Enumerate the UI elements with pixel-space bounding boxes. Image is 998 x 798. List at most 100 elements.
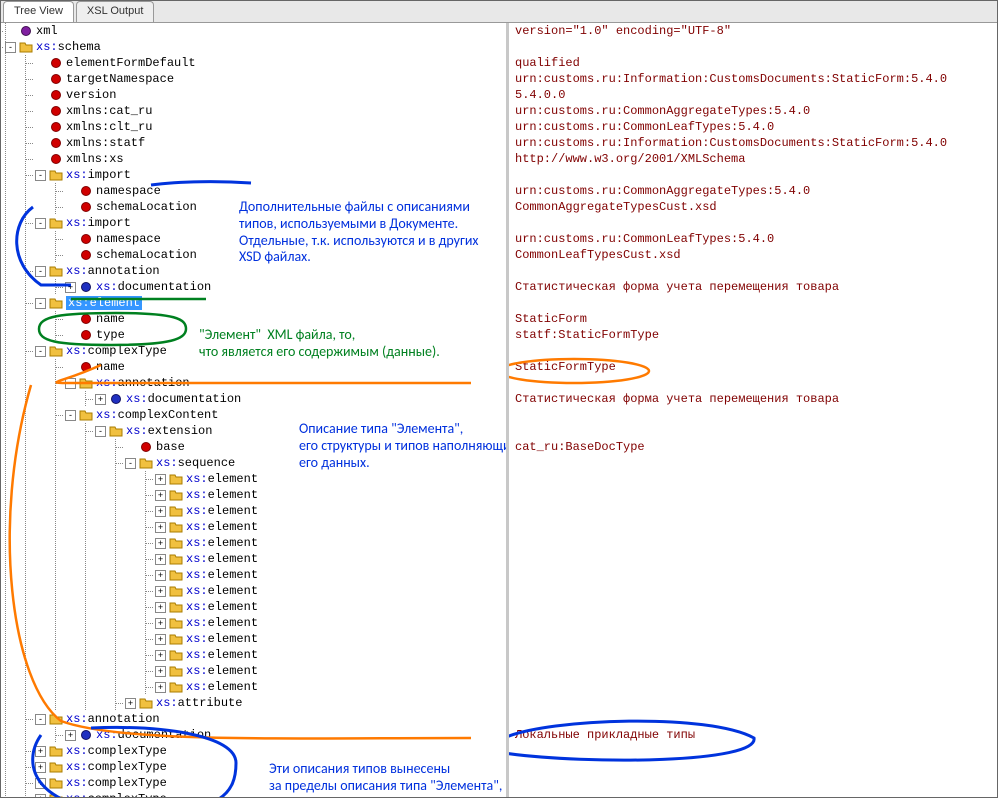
expander[interactable]: + [155, 602, 166, 613]
tree-node[interactable]: +xs:element [1, 631, 506, 647]
tree-node[interactable]: +xs:documentation [1, 727, 506, 743]
tree-node[interactable]: -xs:annotation [1, 263, 506, 279]
value-cell[interactable] [509, 743, 997, 759]
value-cell[interactable]: urn:customs.ru:CommonLeafTypes:5.4.0 [509, 231, 997, 247]
expander[interactable]: + [95, 394, 106, 405]
tree-node[interactable]: -xs:import [1, 167, 506, 183]
expander[interactable]: - [65, 378, 76, 389]
tree-node[interactable]: -xs:import [1, 215, 506, 231]
tree-node[interactable]: -xs:element [1, 295, 506, 311]
expander[interactable]: - [35, 170, 46, 181]
tree-node[interactable]: -xs:annotation [1, 711, 506, 727]
value-cell[interactable] [509, 263, 997, 279]
value-cell[interactable]: urn:customs.ru:Information:CustomsDocume… [509, 135, 997, 151]
tree-node[interactable]: name [1, 359, 506, 375]
tab-tree-view[interactable]: Tree View [3, 1, 74, 22]
tree-node[interactable]: +xs:element [1, 487, 506, 503]
tab-xsl-output[interactable]: XSL Output [76, 1, 154, 22]
expander[interactable]: + [35, 778, 46, 789]
value-cell[interactable] [509, 215, 997, 231]
tree-node[interactable]: +xs:element [1, 599, 506, 615]
expander[interactable]: + [155, 522, 166, 533]
tree-node[interactable]: -xs:sequence [1, 455, 506, 471]
tree-node[interactable]: xmlns:clt_ru [1, 119, 506, 135]
tree-node[interactable]: +xs:complexType [1, 775, 506, 791]
tree-node[interactable]: +xs:element [1, 663, 506, 679]
value-cell[interactable]: Локальные прикладные типы [509, 727, 997, 743]
tree-node[interactable]: -xs:schema [1, 39, 506, 55]
value-cell[interactable] [509, 39, 997, 55]
value-cell[interactable] [509, 711, 997, 727]
value-cell[interactable] [509, 535, 997, 551]
expander[interactable]: + [155, 506, 166, 517]
expander[interactable]: - [35, 714, 46, 725]
tree-node[interactable]: +xs:element [1, 615, 506, 631]
value-cell[interactable]: Статистическая форма учета перемещения т… [509, 391, 997, 407]
expander[interactable]: + [125, 698, 136, 709]
expander[interactable]: - [35, 346, 46, 357]
expander[interactable]: + [155, 586, 166, 597]
value-cell[interactable] [509, 695, 997, 711]
tree-node[interactable]: +xs:element [1, 679, 506, 695]
value-cell[interactable]: urn:customs.ru:CommonAggregateTypes:5.4.… [509, 183, 997, 199]
tree-node[interactable]: name [1, 311, 506, 327]
tree-node[interactable]: +xs:element [1, 647, 506, 663]
value-cell[interactable] [509, 487, 997, 503]
tree-node[interactable]: +xs:element [1, 583, 506, 599]
value-cell[interactable] [509, 583, 997, 599]
value-cell[interactable] [509, 679, 997, 695]
value-cell[interactable]: StaticFormType [509, 359, 997, 375]
expander[interactable]: + [155, 666, 166, 677]
tree-node[interactable]: xmlns:statf [1, 135, 506, 151]
value-cell[interactable]: version="1.0" encoding="UTF-8" [509, 23, 997, 39]
tree-node[interactable]: +xs:complexType [1, 759, 506, 775]
value-cell[interactable] [509, 775, 997, 791]
tree-node[interactable]: +xs:documentation [1, 279, 506, 295]
expander[interactable]: - [5, 42, 16, 53]
value-cell[interactable]: CommonAggregateTypesCust.xsd [509, 199, 997, 215]
values-pane[interactable]: version="1.0" encoding="UTF-8"qualifiedu… [509, 23, 997, 797]
tree-node[interactable]: version [1, 87, 506, 103]
value-cell[interactable]: StaticForm [509, 311, 997, 327]
expander[interactable]: - [35, 218, 46, 229]
expander[interactable]: + [35, 794, 46, 798]
tree-pane[interactable]: Дополнительные файлы с описаниями типов,… [1, 23, 506, 797]
tree-node[interactable]: +xs:complexType [1, 791, 506, 797]
expander[interactable]: - [125, 458, 136, 469]
tree-node[interactable]: +xs:element [1, 503, 506, 519]
tree-node[interactable]: +xs:element [1, 471, 506, 487]
tree-node[interactable]: +xs:element [1, 535, 506, 551]
value-cell[interactable] [509, 407, 997, 423]
tree-node[interactable]: schemaLocation [1, 247, 506, 263]
tree-node[interactable]: +xs:complexType [1, 743, 506, 759]
tree-node[interactable]: -xs:complexType [1, 343, 506, 359]
value-cell[interactable] [509, 647, 997, 663]
value-cell[interactable] [509, 423, 997, 439]
tree-node[interactable]: namespace [1, 231, 506, 247]
expander[interactable]: - [35, 266, 46, 277]
expander[interactable]: + [155, 634, 166, 645]
value-cell[interactable] [509, 503, 997, 519]
expander[interactable]: + [155, 682, 166, 693]
tree-node[interactable]: -xs:extension [1, 423, 506, 439]
value-cell[interactable]: http://www.w3.org/2001/XMLSchema [509, 151, 997, 167]
value-cell[interactable]: cat_ru:BaseDocType [509, 439, 997, 455]
value-cell[interactable] [509, 599, 997, 615]
value-cell[interactable]: CommonLeafTypesCust.xsd [509, 247, 997, 263]
value-cell[interactable] [509, 759, 997, 775]
value-cell[interactable] [509, 375, 997, 391]
value-cell[interactable]: statf:StaticFormType [509, 327, 997, 343]
tree-node[interactable]: +xs:documentation [1, 391, 506, 407]
value-cell[interactable] [509, 471, 997, 487]
tree-node[interactable]: -xs:annotation [1, 375, 506, 391]
tree-node[interactable]: base [1, 439, 506, 455]
value-cell[interactable] [509, 631, 997, 647]
expander[interactable]: + [155, 474, 166, 485]
value-cell[interactable] [509, 167, 997, 183]
tree-node[interactable]: xmlns:cat_ru [1, 103, 506, 119]
expander[interactable]: - [95, 426, 106, 437]
value-cell[interactable]: urn:customs.ru:CommonLeafTypes:5.4.0 [509, 119, 997, 135]
value-cell[interactable] [509, 615, 997, 631]
value-cell[interactable] [509, 455, 997, 471]
tree-node[interactable]: +xs:attribute [1, 695, 506, 711]
